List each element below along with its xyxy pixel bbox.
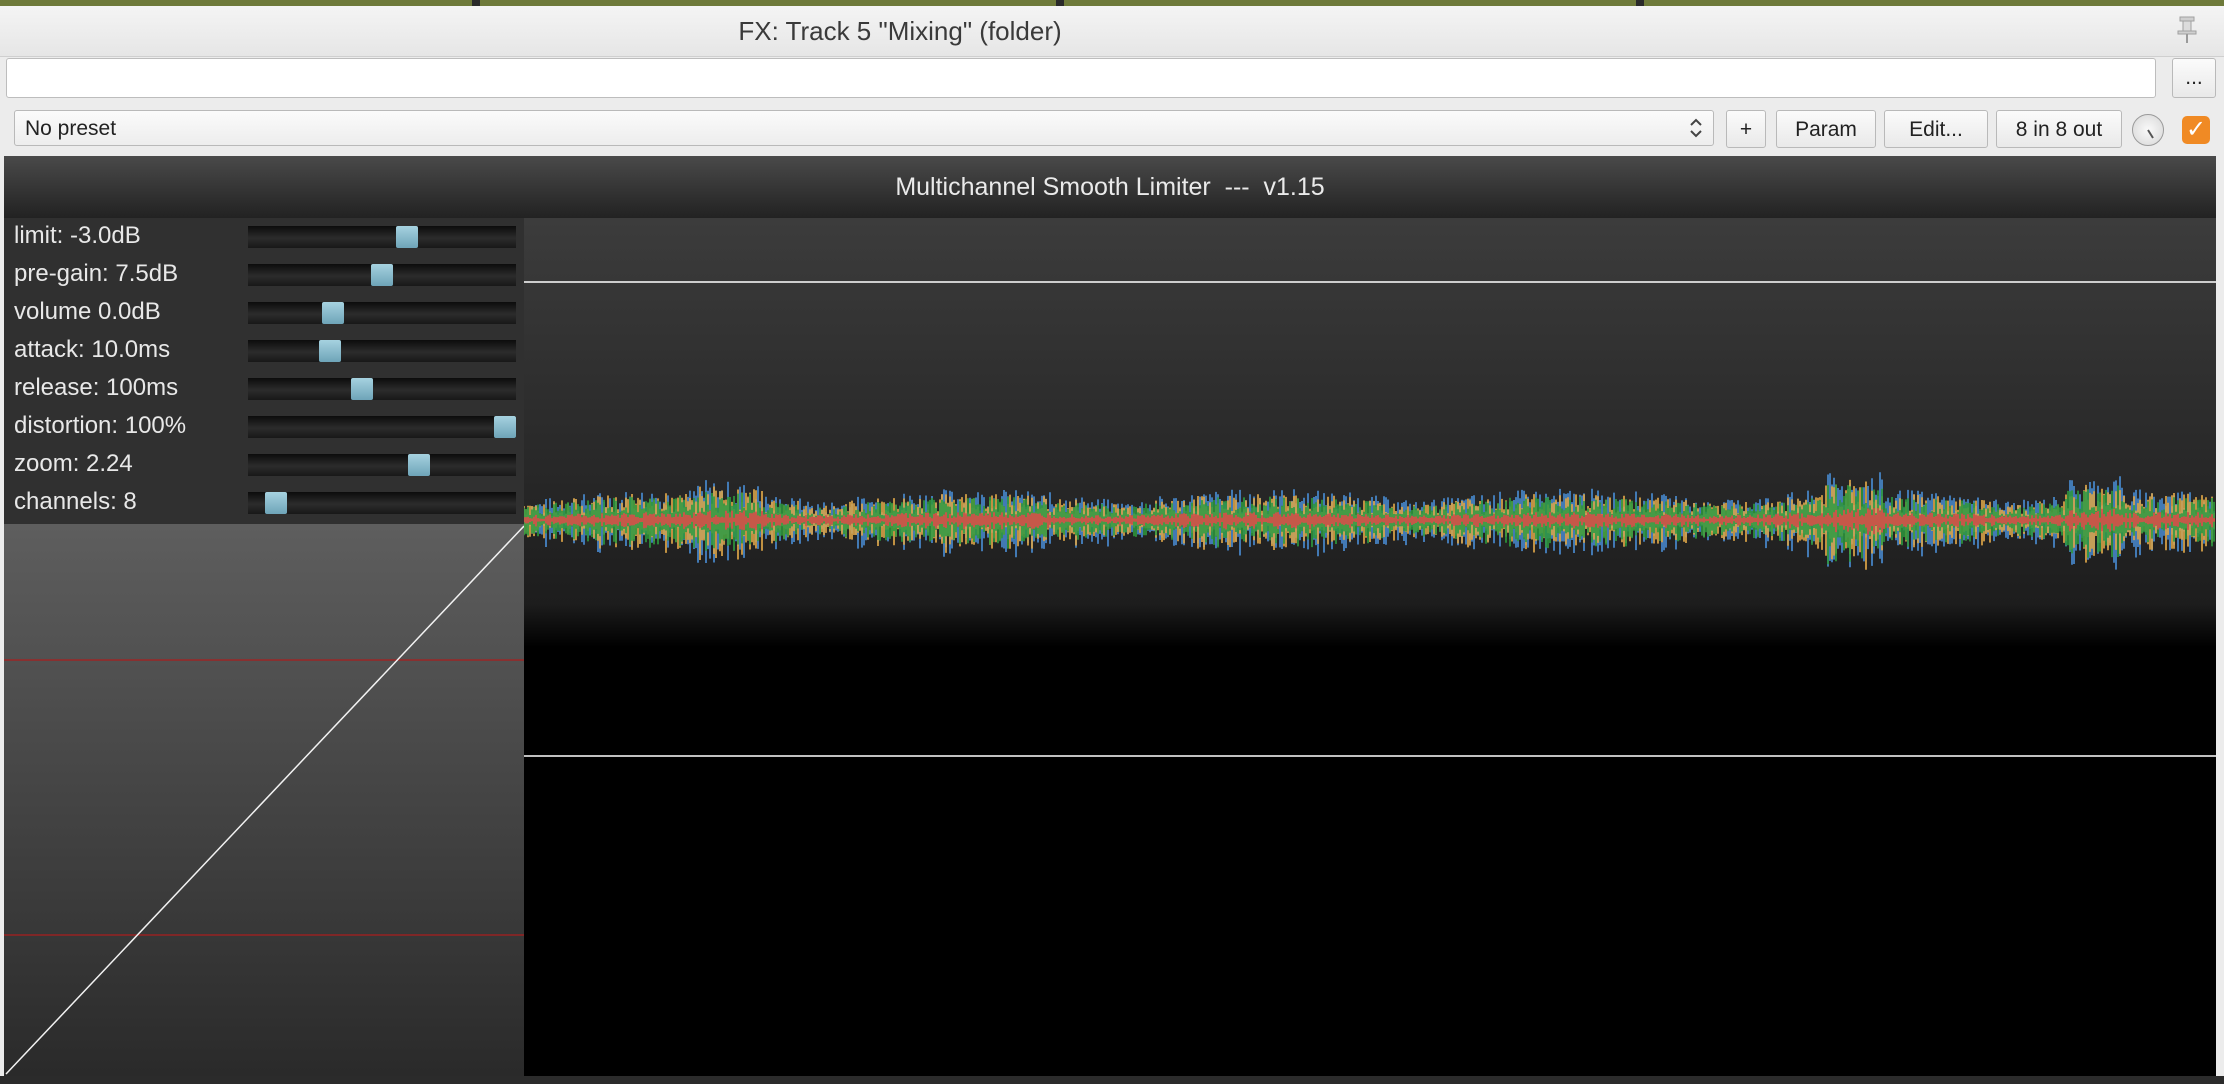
slider-distortion[interactable]: [248, 416, 516, 438]
param-label-distortion: distortion: 100%: [14, 412, 187, 439]
slider-release[interactable]: [248, 378, 516, 400]
slider-attack[interactable]: [248, 340, 516, 362]
wet-knob-icon[interactable]: [2132, 114, 2164, 146]
slider-thumb[interactable]: [408, 454, 430, 476]
fx-window: FX: Track 5 "Mixing" (folder) ... No pre…: [0, 0, 2224, 1084]
slider-thumb[interactable]: [319, 340, 341, 362]
param-row: volume 0.0dB: [4, 294, 524, 332]
chevron-updown-icon: [1690, 118, 1702, 138]
slider-thumb[interactable]: [265, 492, 287, 514]
param-row: pre-gain: 7.5dB: [4, 256, 524, 294]
slider-volume[interactable]: [248, 302, 516, 324]
transfer-curve-graph: [4, 525, 525, 1075]
slider-zoom[interactable]: [248, 454, 516, 476]
slider-limit[interactable]: [248, 226, 516, 248]
slider-thumb[interactable]: [371, 264, 393, 286]
param-label-channels: channels: 8: [14, 488, 137, 515]
bypass-checkbox[interactable]: ✓: [2182, 116, 2210, 144]
waveform-display: [524, 218, 2216, 1076]
slider-channels[interactable]: [248, 492, 516, 514]
slider-thumb[interactable]: [396, 226, 418, 248]
add-preset-button[interactable]: +: [1726, 110, 1766, 148]
plugin-title: Multichannel Smooth Limiter --- v1.15: [4, 156, 2216, 218]
transfer-curve-line: [5, 525, 525, 1075]
waveform-graph: [524, 281, 2216, 757]
param-row: distortion: 100%: [4, 408, 524, 446]
param-label-limit: limit: -3.0dB: [14, 222, 141, 249]
param-label-pre-gain: pre-gain: 7.5dB: [14, 260, 179, 287]
slider-thumb[interactable]: [351, 378, 373, 400]
param-row: channels: 8: [4, 484, 524, 522]
transfer-curve-display: [4, 524, 525, 1076]
preset-value: No preset: [25, 117, 117, 140]
preset-row: No preset + Param Edit... 8 in 8 out ✓: [0, 106, 2224, 156]
window-title: FX: Track 5 "Mixing" (folder): [738, 16, 1062, 46]
fx-chain-row: ...: [0, 56, 2224, 106]
param-label-zoom: zoom: 2.24: [14, 450, 133, 477]
edit-button[interactable]: Edit...: [1884, 110, 1988, 148]
param-row: zoom: 2.24: [4, 446, 524, 484]
bottom-strip: [0, 1076, 2224, 1084]
more-button[interactable]: ...: [2172, 58, 2216, 98]
slider-pre-gain[interactable]: [248, 264, 516, 286]
io-routing-button[interactable]: 8 in 8 out: [1996, 110, 2122, 148]
plugin-ui: Multichannel Smooth Limiter --- v1.15 li…: [4, 156, 2216, 1076]
slider-thumb[interactable]: [494, 416, 516, 438]
fx-name-field[interactable]: [6, 58, 2156, 98]
waveform-channels: [524, 472, 2215, 570]
param-label-volume: volume 0.0dB: [14, 298, 161, 325]
param-label-attack: attack: 10.0ms: [14, 336, 171, 363]
param-row: limit: -3.0dB: [4, 218, 524, 256]
preset-select[interactable]: No preset: [14, 110, 1714, 146]
title-bar[interactable]: FX: Track 5 "Mixing" (folder): [0, 6, 2224, 57]
param-button[interactable]: Param: [1776, 110, 1876, 148]
param-label-release: release: 100ms: [14, 374, 179, 401]
slider-thumb[interactable]: [322, 302, 344, 324]
param-row: attack: 10.0ms: [4, 332, 524, 370]
parameter-sliders: limit: -3.0dB pre-gain: 7.5dB volume 0.0…: [4, 218, 524, 524]
pin-icon[interactable]: [2172, 14, 2202, 44]
param-row: release: 100ms: [4, 370, 524, 408]
